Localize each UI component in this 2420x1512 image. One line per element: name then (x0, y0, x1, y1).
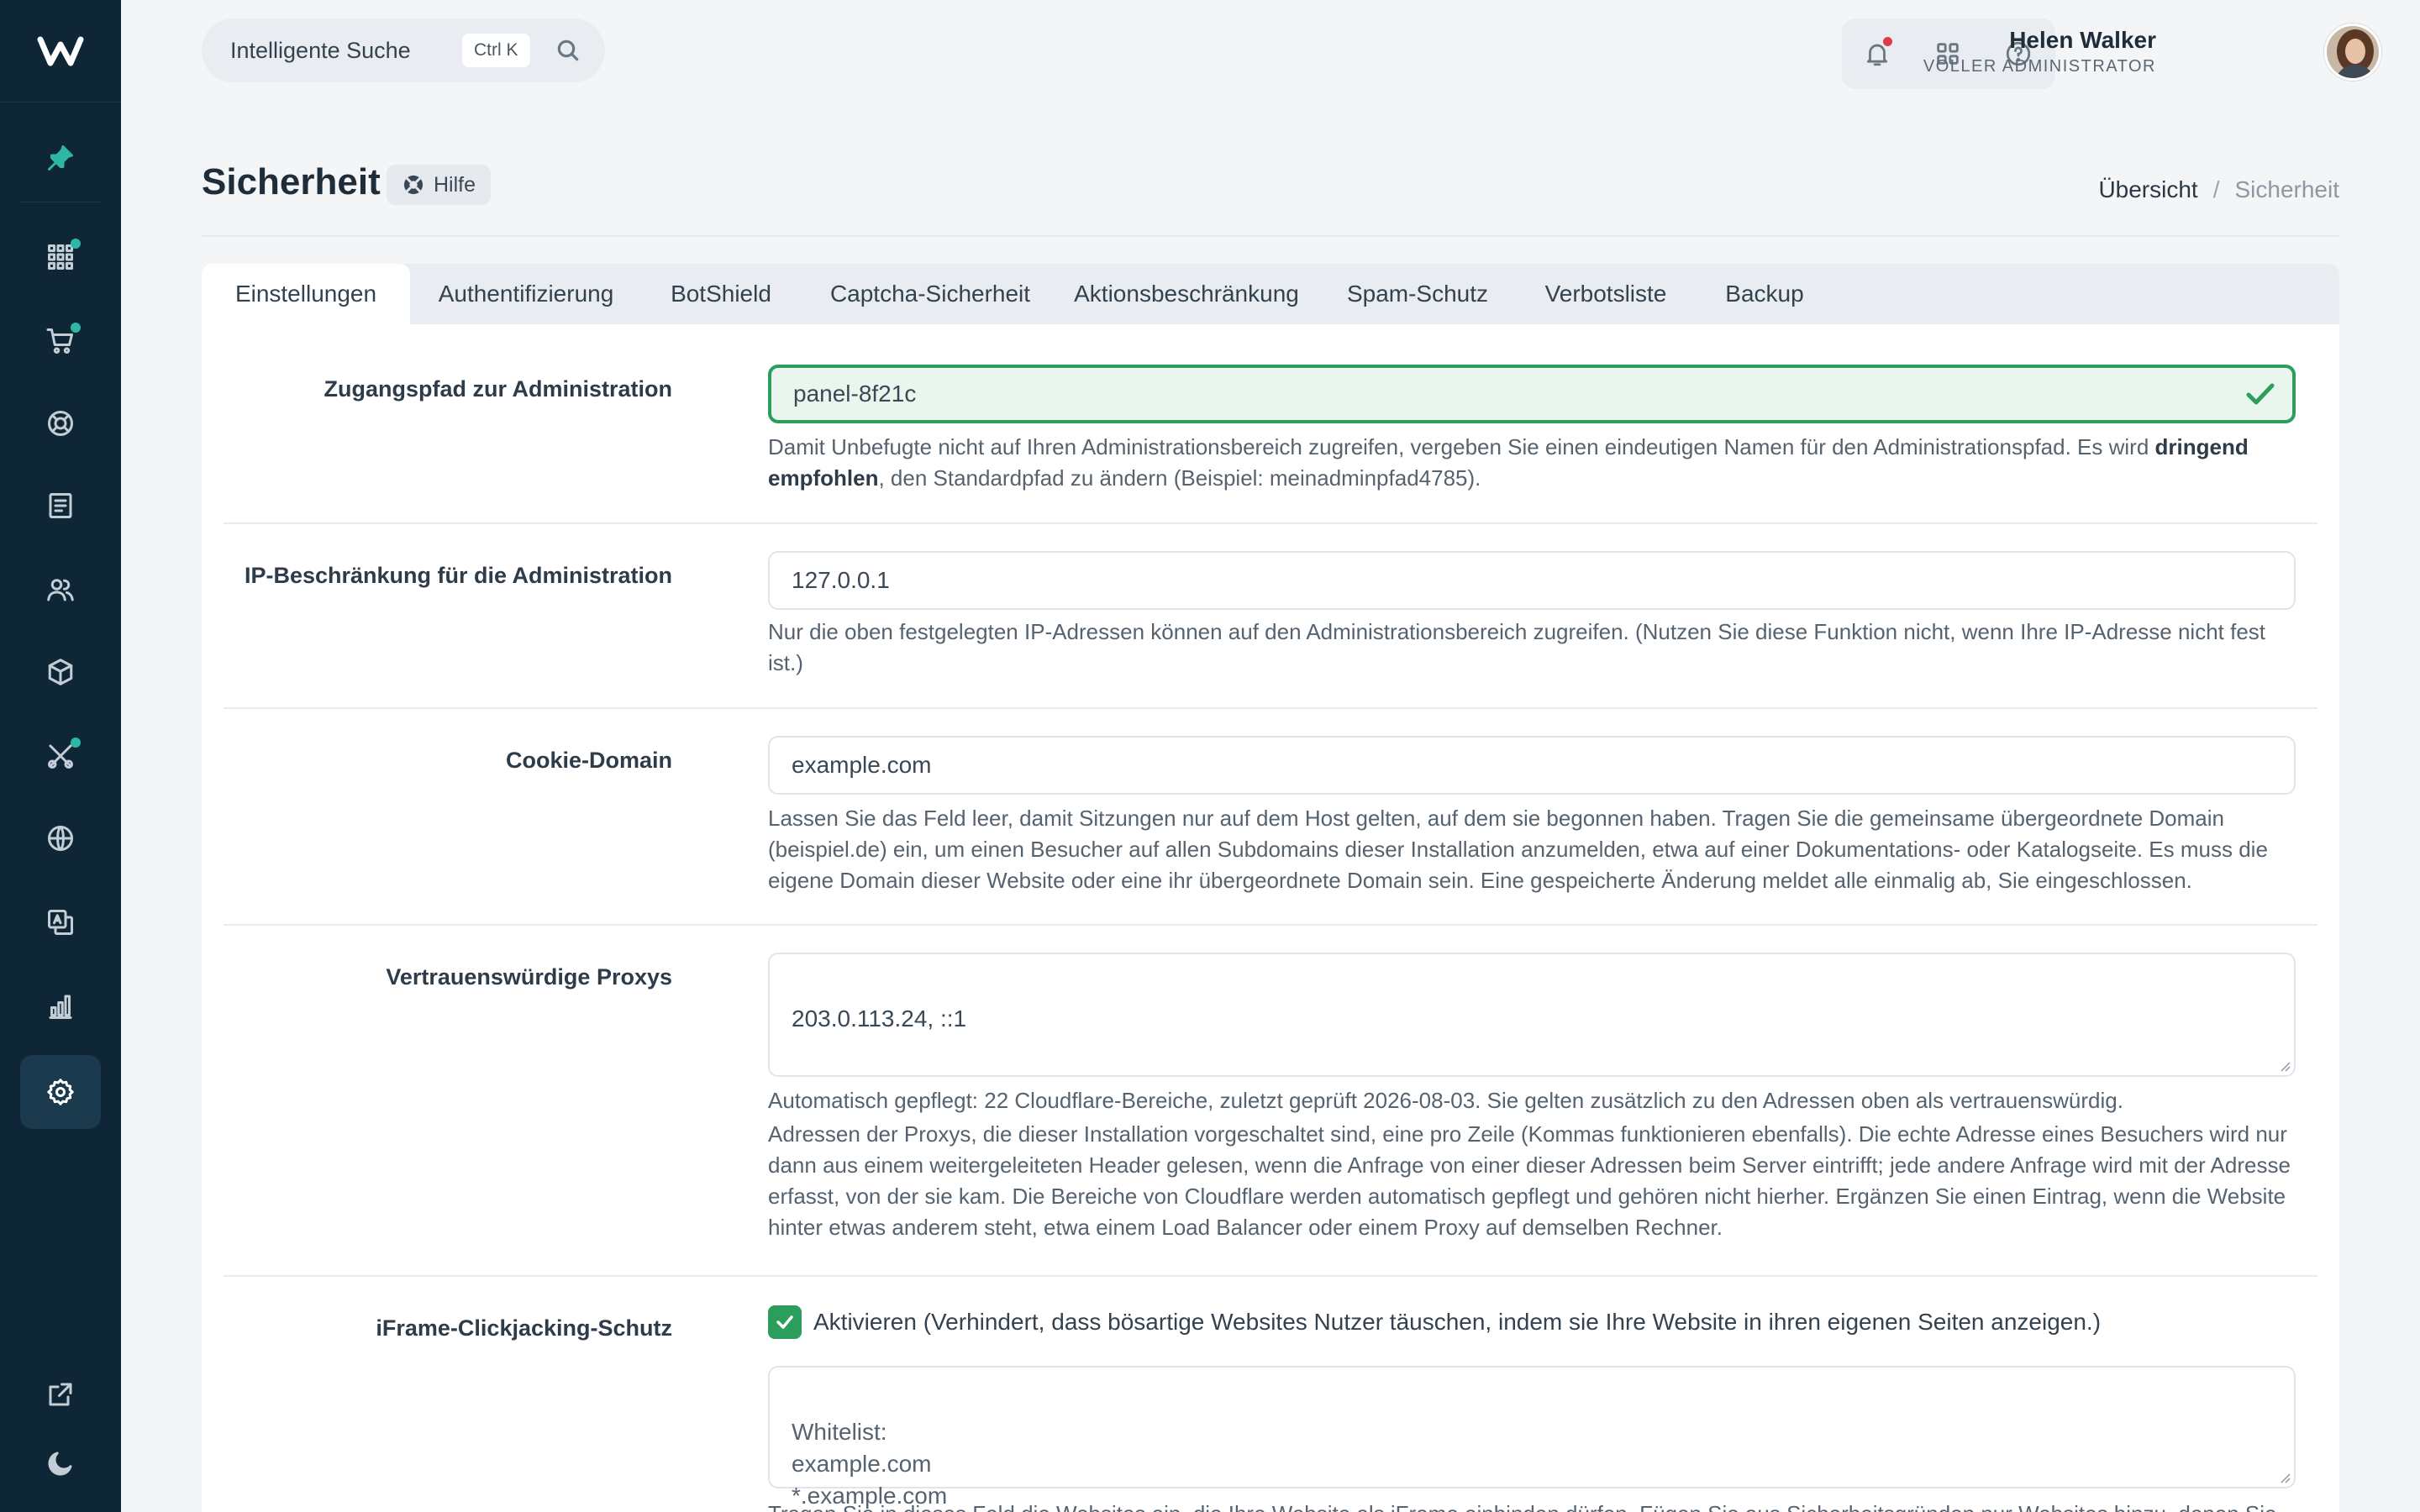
page-title: Sicherheit (202, 161, 381, 202)
search-icon[interactable] (555, 37, 581, 64)
cookie-domain-label: Cookie-Domain (505, 748, 672, 773)
breadcrumb-separator: / (2212, 176, 2220, 202)
ip-restriction-label: IP-Beschränkung für die Administration (244, 563, 672, 588)
tab-captcha-sicherheit[interactable]: Captcha-Sicherheit (817, 264, 1044, 324)
tab-botshield[interactable]: BotShield (644, 264, 798, 324)
admin-path-help-text: Damit Unbefugte nicht auf Ihren Administ… (768, 434, 2155, 459)
resize-handle-icon[interactable] (2277, 1058, 2291, 1072)
help-label: Hilfe (434, 172, 476, 197)
resize-handle-icon[interactable] (2277, 1470, 2291, 1483)
search-label: Intelligente Suche (230, 37, 411, 63)
breadcrumb-home[interactable]: Übersicht (2098, 176, 2197, 202)
header-divider (202, 235, 2339, 237)
logo-icon (37, 36, 84, 66)
notification-dot (71, 738, 81, 748)
translate-icon (48, 910, 73, 935)
ip-restriction-input[interactable]: 127.0.0.1 (768, 551, 2296, 610)
cookie-domain-value: example.com (792, 752, 932, 778)
admin-path-input[interactable]: panel-8f21c (768, 365, 2296, 423)
admin-path-help-text-end: , den Standardpfad zu ändern (Beispiel: … (878, 465, 1481, 491)
iframe-whitelist-help: Tragen Sie in dieses Feld die Websites e… (768, 1499, 2296, 1512)
iframe-protection-checkbox-label[interactable]: Aktivieren (Verhindert, dass bösartige W… (813, 1309, 2101, 1336)
notification-dot (71, 323, 81, 333)
tab-authentifizierung[interactable]: Authentifizierung (427, 264, 625, 324)
search-shortcut-badge: Ctrl K (462, 34, 530, 67)
trusted-proxies-value: 203.0.113.24, ::1 (792, 1005, 967, 1032)
sidebar-item-content[interactable] (20, 469, 101, 543)
moon-icon (48, 1452, 72, 1476)
external-link-icon (49, 1383, 72, 1406)
globe-icon (48, 826, 73, 851)
pin-icon[interactable] (20, 121, 101, 195)
trusted-proxies-help: Adressen der Proxys, die dieser Installa… (768, 1121, 2291, 1240)
dark-mode-toggle[interactable] (20, 1426, 101, 1500)
brand-logo[interactable] (0, 0, 121, 102)
notifications-button[interactable] (1860, 37, 1894, 71)
sidebar (0, 0, 121, 1512)
user-role: VOLLER ADMINISTRATOR (1923, 57, 2156, 76)
help-link[interactable]: Hilfe (387, 165, 492, 205)
admin-path-value: panel-8f21c (793, 381, 917, 407)
search-bar[interactable]: Intelligente Suche Ctrl K (202, 18, 605, 82)
sidebar-item-statistics[interactable] (20, 969, 101, 1043)
open-storefront-button[interactable] (20, 1357, 101, 1431)
tab-aktionsbeschraenkung[interactable]: Aktionsbeschränkung (1062, 264, 1311, 324)
chart-icon (49, 995, 72, 1019)
sidebar-item-products[interactable] (20, 635, 101, 709)
checkmark-icon (776, 1315, 793, 1329)
admin-path-help: Damit Unbefugte nicht auf Ihren Administ… (768, 432, 2296, 494)
check-icon (2246, 383, 2275, 405)
tab-bar: Einstellungen Authentifizierung BotShiel… (202, 264, 2339, 324)
sidebar-item-orders[interactable] (20, 304, 101, 378)
notification-dot (1883, 37, 1892, 46)
admin-path-label: Zugangspfad zur Administration (324, 376, 673, 402)
lifebuoy-icon (48, 411, 73, 436)
row-divider (224, 924, 2317, 926)
box-icon (48, 659, 73, 685)
sidebar-item-users[interactable] (20, 553, 101, 627)
sidebar-item-tools[interactable] (20, 719, 101, 793)
ip-restriction-help: Nur die oben festgelegten IP-Adressen kö… (768, 619, 2266, 675)
iframe-protection-checkbox[interactable] (768, 1305, 802, 1339)
cookie-domain-help: Lassen Sie das Feld leer, damit Sitzunge… (768, 806, 2268, 893)
iframe-whitelist-textarea[interactable]: Whitelist: example.com *.example.com (768, 1366, 2296, 1509)
row-divider (224, 1275, 2317, 1277)
iframe-protection-label: iFrame-Clickjacking-Schutz (376, 1315, 672, 1341)
tab-einstellungen[interactable]: Einstellungen (202, 264, 410, 324)
tab-verbotsliste[interactable]: Verbotsliste (1523, 264, 1689, 324)
settings-icon (47, 1079, 74, 1105)
cookie-domain-input[interactable]: example.com (768, 736, 2296, 795)
lifebuoy-icon (403, 175, 424, 195)
trusted-proxies-note: Automatisch gepflegt: 22 Cloudflare-Bere… (768, 1088, 2123, 1113)
row-divider (224, 522, 2317, 524)
avatar[interactable] (2324, 24, 2381, 81)
notification-dot (71, 239, 81, 249)
trusted-proxies-label: Vertrauenswürdige Proxys (386, 964, 672, 990)
sidebar-item-international[interactable] (20, 801, 101, 875)
document-icon (49, 493, 72, 518)
ip-restriction-value: 127.0.0.1 (792, 567, 890, 593)
trusted-proxies-textarea[interactable]: 203.0.113.24, ::1 (768, 953, 2296, 1077)
sidebar-item-support[interactable] (20, 386, 101, 460)
settings-form: Zugangspfad zur Administration panel-8f2… (202, 324, 2339, 1512)
users-icon (47, 579, 74, 601)
breadcrumb-current: Sicherheit (2234, 176, 2339, 202)
row-divider (224, 707, 2317, 709)
breadcrumb: Übersicht / Sicherheit (2098, 176, 2339, 203)
sidebar-item-settings[interactable] (20, 1055, 101, 1129)
user-name[interactable]: Helen Walker (2009, 27, 2156, 54)
iframe-whitelist-value: Whitelist: example.com *.example.com (792, 1419, 948, 1509)
tab-backup[interactable]: Backup (1707, 264, 1822, 324)
sidebar-item-apps[interactable] (20, 220, 101, 294)
tab-spam-schutz[interactable]: Spam-Schutz (1331, 264, 1504, 324)
sidebar-item-translations[interactable] (20, 885, 101, 959)
